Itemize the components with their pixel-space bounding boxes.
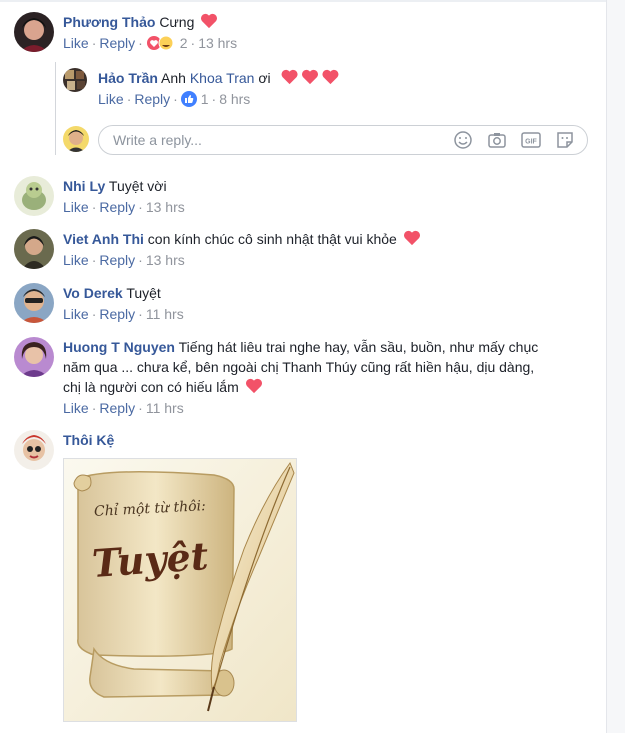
reply-text-start: Anh bbox=[161, 70, 186, 86]
current-user-avatar bbox=[63, 126, 89, 152]
comment-text-line-1: Tiếng hát liêu trai nghe hay, vẫn sầu, b… bbox=[178, 339, 539, 355]
timestamp[interactable]: 11 hrs bbox=[146, 306, 184, 322]
comment-phuong-thao: Phương Thảo Cưng Like · Reply · 2 · 13 hrs bbox=[14, 12, 594, 58]
scrollbar-track[interactable] bbox=[606, 0, 625, 733]
timestamp[interactable]: 13 hrs bbox=[146, 199, 185, 215]
reply-link[interactable]: Reply bbox=[99, 199, 135, 215]
avatar[interactable] bbox=[14, 229, 54, 269]
like-link[interactable]: Like bbox=[63, 35, 89, 51]
comment-viet-anh-thi: Viet Anh Thi con kính chúc cô sinh nhật … bbox=[14, 229, 594, 275]
comment-text: con kính chúc cô sinh nhật thật vui khỏe bbox=[147, 231, 397, 247]
reply-link[interactable]: Reply bbox=[99, 306, 135, 322]
reaction-count[interactable]: 1 bbox=[201, 91, 209, 107]
thread-line bbox=[55, 62, 56, 155]
image-caption-2: Tuyệt bbox=[90, 533, 210, 586]
mention-link[interactable]: Khoa Tran bbox=[190, 70, 255, 86]
avatar[interactable] bbox=[14, 337, 54, 377]
reply-input[interactable]: Write a reply... GIF bbox=[98, 125, 588, 155]
svg-text:GIF: GIF bbox=[525, 139, 537, 146]
comment-image[interactable]: Chỉ một từ thôi: Tuyệt bbox=[63, 458, 297, 722]
timestamp[interactable]: 13 hrs bbox=[198, 35, 237, 51]
commenter-name[interactable]: Nhi Ly bbox=[63, 178, 105, 194]
heart-emoji-icon bbox=[198, 13, 218, 30]
camera-icon[interactable] bbox=[487, 130, 507, 150]
hearts-emoji-icon bbox=[275, 69, 343, 86]
avatar[interactable] bbox=[14, 283, 54, 323]
reply-link[interactable]: Reply bbox=[134, 91, 170, 107]
comment-text: Tuyệt bbox=[126, 285, 161, 301]
reply-link[interactable]: Reply bbox=[99, 35, 135, 51]
commenter-name[interactable]: Thôi Kệ bbox=[63, 432, 114, 448]
timestamp[interactable]: 8 hrs bbox=[219, 91, 250, 107]
sticker-icon[interactable] bbox=[555, 130, 575, 150]
commenter-name[interactable]: Phương Thảo bbox=[63, 14, 155, 30]
heart-emoji-icon bbox=[243, 378, 263, 395]
reaction-count[interactable]: 2 bbox=[180, 35, 188, 51]
emoji-icon[interactable] bbox=[453, 130, 473, 150]
like-link[interactable]: Like bbox=[63, 199, 89, 215]
reply-hao-tran: Hảo Trần Anh Khoa Tran ơi Like · Reply · 1 ·… bbox=[63, 68, 603, 112]
timestamp[interactable]: 13 hrs bbox=[146, 252, 185, 268]
comment-text: Cưng bbox=[159, 14, 195, 30]
avatar[interactable] bbox=[63, 68, 87, 92]
comment-text: Tuyệt vời bbox=[108, 178, 167, 194]
comment-vo-derek: Vo Derek Tuyệt Like · Reply · 11 hrs bbox=[14, 283, 594, 329]
like-link[interactable]: Like bbox=[98, 91, 124, 107]
reply-link[interactable]: Reply bbox=[99, 400, 135, 416]
commenter-name[interactable]: Vo Derek bbox=[63, 285, 123, 301]
comment-nhi-ly: Nhi Ly Tuyệt vời Like · Reply · 13 hrs bbox=[14, 176, 594, 222]
gif-icon[interactable]: GIF bbox=[521, 130, 541, 150]
like-link[interactable]: Like bbox=[63, 306, 89, 322]
like-reaction-icon[interactable] bbox=[180, 91, 197, 107]
reply-text-end: ơi bbox=[258, 70, 271, 86]
like-link[interactable]: Like bbox=[63, 252, 89, 268]
comment-text-line-2: năm qua ... chưa kể, bên ngoài chị Thanh… bbox=[63, 359, 535, 375]
comment-huong-t-nguyen: Huong T Nguyen Tiếng hát liêu trai nghe … bbox=[14, 337, 594, 423]
top-divider bbox=[0, 0, 607, 2]
commenter-name[interactable]: Huong T Nguyen bbox=[63, 339, 175, 355]
like-link[interactable]: Like bbox=[63, 400, 89, 416]
avatar[interactable] bbox=[14, 430, 54, 470]
heart-emoji-icon bbox=[401, 230, 421, 247]
reactions-icon[interactable] bbox=[146, 35, 176, 51]
comment-thoi-ke: Thôi Kệ bbox=[14, 430, 594, 470]
comment-text-line-3: chị là người con có hiếu lắm bbox=[63, 379, 239, 395]
reply-link[interactable]: Reply bbox=[99, 252, 135, 268]
timestamp[interactable]: 11 hrs bbox=[146, 400, 184, 416]
commenter-name[interactable]: Hảo Trần bbox=[98, 70, 158, 86]
reply-placeholder: Write a reply... bbox=[113, 132, 202, 148]
avatar[interactable] bbox=[14, 12, 54, 52]
avatar[interactable] bbox=[14, 176, 54, 216]
commenter-name[interactable]: Viet Anh Thi bbox=[63, 231, 144, 247]
